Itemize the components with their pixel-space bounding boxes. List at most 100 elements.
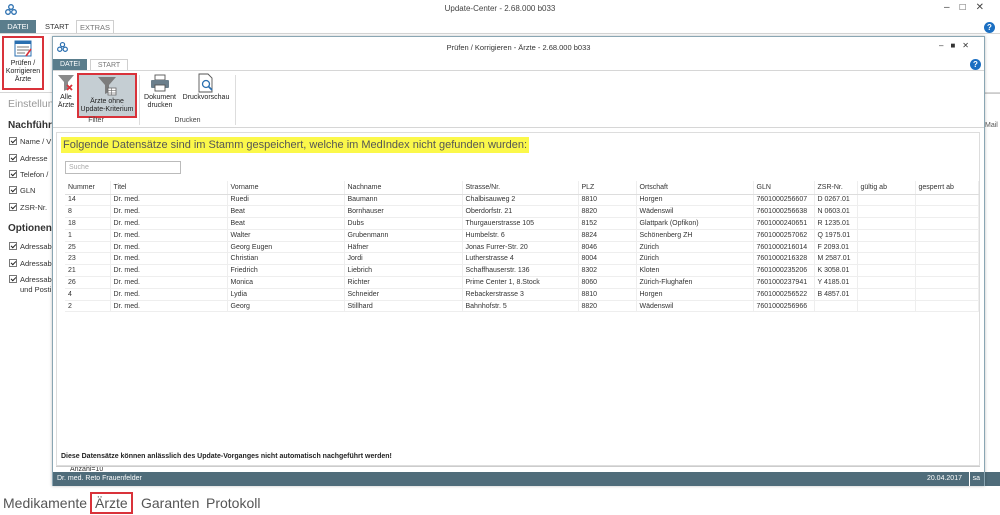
table-row[interactable]: 4 Dr. med. Lydia Schneider Rebackerstrasse 3…	[65, 288, 979, 301]
tab-start[interactable]: START	[40, 20, 74, 33]
status-user: Dr. med. Reto Frauenfelder	[57, 475, 142, 482]
option-2[interactable]: Adressabc	[9, 259, 55, 268]
group-separator	[139, 75, 140, 125]
table-row[interactable]: 2 Dr. med. Georg Stillhard Bahnhofstr. 5 8820…	[65, 300, 979, 313]
table-cell: Georg	[227, 300, 345, 313]
table-cell: Lydia	[227, 288, 345, 301]
table-cell	[857, 300, 916, 313]
close-icon[interactable]: ✕	[962, 41, 976, 50]
table-cell: 23	[65, 252, 111, 266]
druckvorschau-button[interactable]: Druckvorschau	[179, 73, 233, 102]
checkbox-icon[interactable]	[9, 275, 17, 283]
table-header-row: Nummer Titel Vorname Nachname Strasse/Nr. PLZ…	[65, 181, 979, 195]
search-input[interactable]	[65, 161, 181, 174]
table-row[interactable]: 21 Dr. med. Friedrich Liebrich Schaffhausers…	[65, 264, 979, 278]
check-name[interactable]: Name / V	[9, 137, 51, 146]
maximize-icon[interactable]: ■	[950, 41, 962, 50]
table-cell	[915, 300, 979, 313]
table-row[interactable]: 8 Dr. med. Beat Bornhauser Oberdorfstr. 21 88…	[65, 205, 979, 219]
column-header[interactable]: Nummer	[65, 181, 111, 195]
checkbox-icon[interactable]	[9, 186, 17, 194]
table-cell: 18	[65, 217, 111, 230]
table-cell: 14	[65, 194, 111, 207]
column-header[interactable]: Strasse/Nr.	[462, 181, 579, 195]
table-row[interactable]: 23 Dr. med. Christian Jordi Lutherstrasse 48…	[65, 252, 979, 266]
check-zsr[interactable]: ZSR-Nr.	[9, 203, 47, 212]
column-header[interactable]: Ortschaft	[636, 181, 754, 195]
table-cell: Kloten	[636, 264, 754, 278]
table-cell: Wädenswil	[636, 205, 754, 219]
bottom-tab-aerzte[interactable]: Ärzte	[90, 492, 133, 514]
dokument-drucken-button[interactable]: Dokument drucken	[142, 73, 178, 109]
outer-settings-panel: Einstellun Nachführ Name / V Adresse Tel…	[0, 93, 55, 483]
table-cell	[814, 300, 858, 313]
table-cell: 7601000240651	[753, 217, 815, 230]
option-1[interactable]: Adressabc	[9, 242, 55, 251]
checkbox-icon[interactable]	[9, 259, 17, 267]
filter-icon	[98, 77, 117, 96]
column-header[interactable]: ZSR-Nr.	[814, 181, 858, 195]
minimize-icon[interactable]: –	[939, 41, 950, 50]
table-cell	[857, 276, 916, 289]
table-cell: Lutherstrasse 4	[462, 252, 579, 266]
alle-aerzte-button[interactable]: Alle Ärzte	[55, 73, 77, 109]
bottom-tab-medikamente[interactable]: Medikamente	[3, 495, 87, 511]
table-cell: Dr. med.	[110, 229, 228, 242]
table-cell	[857, 217, 916, 230]
table-cell: 8824	[578, 229, 637, 242]
table-cell: Jordi	[344, 252, 463, 266]
check-telefon[interactable]: Telefon /	[9, 170, 48, 179]
table-cell: Q 1975.01	[814, 229, 858, 242]
checkbox-icon[interactable]	[9, 242, 17, 250]
checkbox-icon[interactable]	[9, 154, 17, 162]
table-cell: N 0603.01	[814, 205, 858, 219]
bottom-tab-garanten[interactable]: Garanten	[141, 495, 199, 511]
column-header[interactable]: gesperrt ab	[915, 181, 979, 195]
checkbox-icon[interactable]	[9, 170, 17, 178]
maximize-icon[interactable]: □	[960, 2, 976, 13]
table-cell: 7601000256607	[753, 194, 815, 207]
table-cell: Bornhauser	[344, 205, 463, 219]
dialog-tab-datei[interactable]: DATEI	[53, 59, 87, 70]
column-header[interactable]: GLN	[753, 181, 815, 195]
column-header[interactable]: Titel	[110, 181, 228, 195]
table-cell	[915, 288, 979, 301]
column-header[interactable]: Nachname	[344, 181, 463, 195]
tab-datei[interactable]: DATEI	[0, 20, 36, 33]
table-cell: 8004	[578, 252, 637, 266]
table-row[interactable]: 25 Dr. med. Georg Eugen Häfner Jonas Furrer-…	[65, 241, 979, 254]
dialog-tab-start[interactable]: START	[90, 59, 128, 70]
checkbox-icon[interactable]	[9, 137, 17, 145]
table-row[interactable]: 14 Dr. med. Ruedi Baumann Chalbisauweg 2 8810…	[65, 194, 979, 207]
table-cell: Dr. med.	[110, 241, 228, 254]
table-cell: 8	[65, 205, 111, 219]
table-row[interactable]: 26 Dr. med. Monica Richter Prime Center 1, 8…	[65, 276, 979, 289]
table-cell: Liebrich	[344, 264, 463, 278]
help-icon[interactable]: ?	[970, 59, 981, 70]
column-header[interactable]: Vorname	[227, 181, 345, 195]
table-cell: Horgen	[636, 194, 754, 207]
button-label-line1: Prüfen /	[10, 60, 36, 67]
dialog-ribbon: Alle Ärzte Ärzte ohne Update-Kriterium F…	[53, 70, 984, 128]
minimize-icon[interactable]: –	[944, 2, 960, 13]
column-header[interactable]: PLZ	[578, 181, 637, 195]
option-3[interactable]: Adressabc	[9, 275, 55, 284]
pruefen-korrigieren-aerzte-button[interactable]: Prüfen / Korrigieren Ärzte	[2, 36, 44, 90]
close-icon[interactable]: ✕	[976, 2, 994, 13]
checkbox-icon[interactable]	[9, 203, 17, 211]
table-cell: Beat	[227, 205, 345, 219]
outer-bottom-tabs: Medikamente Ärzte Garanten Protokoll	[0, 487, 1000, 515]
table-cell: Monica	[227, 276, 345, 289]
check-gln[interactable]: GLN	[9, 186, 35, 195]
aerzte-ohne-update-kriterium-button[interactable]: Ärzte ohne Update-Kriterium	[77, 73, 137, 118]
table-cell: K 3058.01	[814, 264, 858, 278]
bottom-tab-protokoll[interactable]: Protokoll	[206, 495, 260, 511]
tab-extras[interactable]: EXTRAS	[76, 20, 114, 33]
table-row[interactable]: 1 Dr. med. Walter Grubenmann Humbelstr. 6 882…	[65, 229, 979, 242]
table-cell: 7601000235206	[753, 264, 815, 278]
table-cell: 2	[65, 300, 111, 313]
help-icon[interactable]: ?	[984, 22, 995, 33]
check-adresse[interactable]: Adresse	[9, 154, 48, 163]
table-row[interactable]: 18 Dr. med. Beat Dubs Thurgauerstrasse 105 81…	[65, 217, 979, 230]
column-header[interactable]: gültig ab	[857, 181, 916, 195]
